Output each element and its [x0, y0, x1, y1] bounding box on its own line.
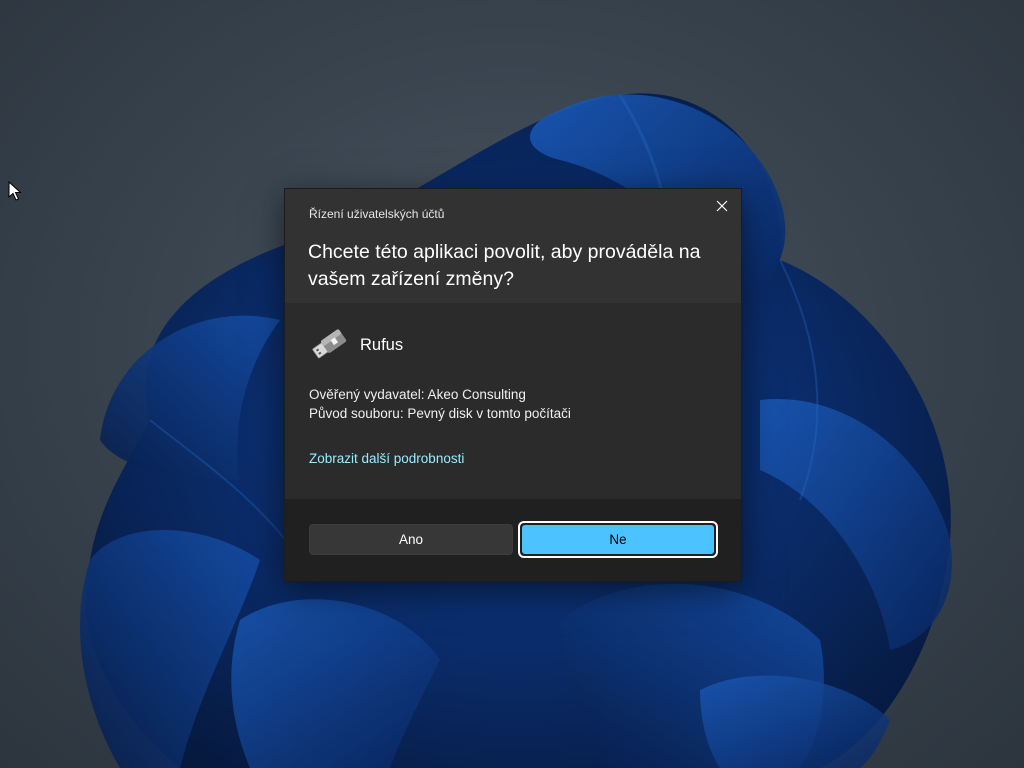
desktop: Řízení uživatelských účtů Chcete této ap…: [0, 0, 1024, 768]
no-button[interactable]: Ne: [518, 521, 718, 558]
app-info: Ověřený vydavatel: Akeo Consulting Původ…: [309, 385, 571, 423]
dialog-caption: Řízení uživatelských účtů: [309, 207, 445, 221]
yes-button-label: Ano: [398, 532, 424, 547]
app-name: Rufus: [360, 335, 404, 354]
no-button-fill: Ne: [522, 525, 714, 554]
dialog-footer: Ano Ne: [285, 499, 741, 581]
dialog-header: Řízení uživatelských účtů Chcete této ap…: [285, 189, 741, 303]
no-button-label: Ne: [609, 532, 627, 547]
dialog-question: Chcete této aplikaci povolit, aby provád…: [308, 241, 701, 290]
origin-line: Původ souboru: Pevný disk v tomto počíta…: [309, 406, 571, 421]
arrow-pointer-icon: [8, 181, 22, 201]
show-details-link[interactable]: Zobrazit další podrobnosti: [309, 451, 464, 466]
app-row: Rufus: [309, 325, 403, 365]
uac-dialog: Řízení uživatelských účtů Chcete této ap…: [284, 188, 742, 582]
usb-drive-icon: [312, 329, 347, 359]
yes-button[interactable]: Ano: [309, 524, 513, 555]
close-button[interactable]: [711, 195, 733, 217]
close-icon: [716, 200, 728, 212]
publisher-line: Ověřený vydavatel: Akeo Consulting: [309, 387, 526, 402]
